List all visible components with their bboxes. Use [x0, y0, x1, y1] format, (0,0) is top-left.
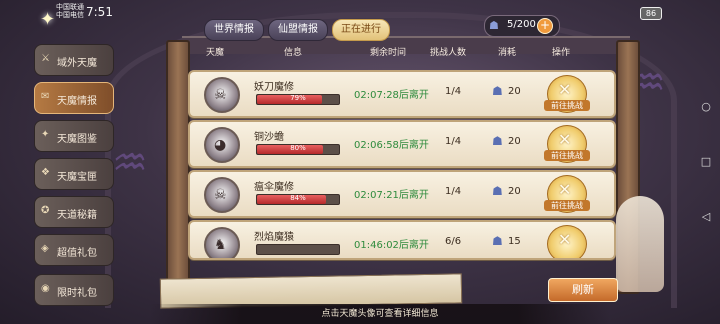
gift-icon: ◈	[41, 243, 49, 254]
hp-bar: 84%	[256, 194, 340, 205]
character-illustration	[616, 196, 664, 292]
sidebar-item-label: 天道秘籍	[57, 210, 97, 221]
remaining-time: 01:46:02后离开	[354, 240, 429, 251]
demon-name: 妖刀魔修	[254, 82, 294, 93]
table-row: ◕ 铜沙蟾 80% 02:06:58后离开 1/4 ☗ 20 ✕ 前往挑战	[188, 120, 616, 168]
hp-text: 79%	[290, 94, 306, 102]
cost-value: 20	[508, 186, 521, 197]
demon-name: 铜沙蟾	[254, 132, 284, 143]
demon-avatar[interactable]: ☠	[204, 177, 240, 213]
sidebar-item-label: 限时礼包	[57, 288, 97, 299]
header-remaining-time: 剩余时间	[370, 48, 407, 58]
square-nav-icon[interactable]: □	[700, 155, 712, 168]
demon-avatar[interactable]: ♞	[204, 227, 240, 258]
go-challenge-button[interactable]: ✕ 前往挑战	[544, 175, 590, 213]
hp-bar: 79%	[256, 94, 340, 105]
star-sparkle-icon: ✦	[40, 9, 56, 30]
hp-bar: 80%	[256, 144, 340, 155]
cost-value: 20	[508, 86, 521, 97]
hp-bar	[256, 244, 340, 255]
challenger-count: 6/6	[445, 236, 462, 247]
sidebar-item-demon-chest[interactable]: ❖ 天魔宝匣	[34, 158, 114, 190]
left-pillar	[166, 40, 190, 294]
demon-head-icon: ☗	[492, 234, 503, 248]
demon-avatar[interactable]: ◕	[204, 127, 240, 163]
header-info: 信息	[284, 48, 303, 58]
demon-face-icon: ☠	[214, 187, 227, 203]
tab-world-intel[interactable]: 世界情报	[204, 19, 264, 41]
scroll-icon: ✪	[41, 205, 50, 216]
tentacle-left-decoration: ♒	[112, 140, 148, 186]
challenger-count: 1/4	[445, 86, 462, 97]
go-challenge-label: 前往挑战	[544, 150, 590, 161]
demon-face-icon: ♞	[214, 237, 227, 253]
demon-head-icon: ☗	[492, 134, 503, 148]
demon-name: 烈焰魔猿	[254, 232, 294, 243]
back-nav-icon[interactable]: ◁	[700, 210, 712, 223]
sidebar-item-label: 域外天魔	[57, 58, 97, 69]
sidebar-item-label: 天魔情报	[57, 96, 97, 107]
carrier-label: 中国联通 中国电信	[56, 3, 84, 19]
header-action: 操作	[552, 48, 571, 58]
chest-icon: ❖	[41, 167, 50, 178]
table-row: ☠ 妖刀魔修 79% 02:07:28后离开 1/4 ☗ 20 ✕ 前往挑战	[188, 70, 616, 118]
crossed-swords-icon: ✕	[558, 230, 572, 249]
sidebar-item-label: 天魔图鉴	[57, 134, 97, 145]
demon-face-icon: ☠	[214, 87, 227, 103]
header-cost: 消耗	[498, 48, 517, 58]
carrier-1: 中国联通	[56, 3, 84, 11]
sidebar-item-label: 天魔宝匣	[57, 172, 97, 183]
go-challenge-label: 前往挑战	[544, 200, 590, 211]
remaining-time: 02:06:58后离开	[354, 140, 429, 151]
refresh-button[interactable]: 刷新	[548, 278, 618, 302]
sidebar-item-demon-codex[interactable]: ✦ 天魔图鉴	[34, 120, 114, 152]
add-stamina-button[interactable]: +	[537, 18, 553, 34]
table-row: ☠ 瘟伞魔修 84% 02:07:21后离开 1/4 ☗ 20 ✕ 前往挑战	[188, 170, 616, 218]
cost-value: 20	[508, 136, 521, 147]
clock: 7:51	[86, 5, 113, 19]
demon-head-icon: ☗	[492, 184, 503, 198]
sidebar-item-limited-pack[interactable]: ◉ 限时礼包	[34, 274, 114, 306]
gift-box-icon: ◉	[41, 283, 50, 294]
circle-nav-icon[interactable]: ○	[700, 100, 712, 113]
demon-head-icon: ☗	[492, 84, 503, 98]
sidebar-item-demon-intel[interactable]: ✉ 天魔情报	[34, 82, 114, 114]
sidebar-item-label: 超值礼包	[57, 248, 97, 259]
header-demon: 天魔	[206, 48, 225, 58]
remaining-time: 02:07:21后离开	[354, 190, 429, 201]
letter-icon: ✉	[41, 91, 50, 102]
demon-name: 瘟伞魔修	[254, 182, 294, 193]
sword-icon: ⚔	[41, 53, 50, 64]
remaining-time: 02:07:28后离开	[354, 90, 429, 101]
hp-text: 84%	[290, 194, 306, 202]
cost-value: 15	[508, 236, 521, 247]
battery-icon: 86	[640, 7, 662, 20]
hint-text: 点击天魔头像可查看详细信息	[150, 304, 610, 324]
go-challenge-button[interactable]: ✕ 前往挑战	[544, 125, 590, 163]
tab-ongoing[interactable]: 正在进行	[332, 19, 390, 41]
go-challenge-button[interactable]: ✕ 前往挑战	[544, 75, 590, 113]
stamina-value: 5/200	[507, 19, 536, 30]
go-challenge-label: 前往挑战	[544, 100, 590, 111]
carrier-2: 中国电信	[56, 11, 84, 19]
header-challengers: 挑战人数	[430, 48, 467, 58]
sidebar-item-secret-book[interactable]: ✪ 天道秘籍	[34, 196, 114, 228]
table-row: ♞ 烈焰魔猿 01:46:02后离开 6/6 ☗ 15 ✕	[188, 220, 616, 260]
codex-icon: ✦	[41, 129, 50, 140]
demon-head-icon: ☗	[489, 19, 499, 32]
go-challenge-button[interactable]: ✕	[547, 225, 587, 258]
tab-alliance-intel[interactable]: 仙盟情报	[268, 19, 328, 41]
sidebar-item-outer-demon[interactable]: ⚔ 域外天魔	[34, 44, 114, 76]
crossed-swords-icon: ✕	[558, 80, 572, 99]
crossed-swords-icon: ✕	[558, 180, 572, 199]
hp-text: 80%	[290, 144, 306, 152]
challenger-count: 1/4	[445, 186, 462, 197]
demon-face-icon: ◕	[214, 137, 227, 153]
crossed-swords-icon: ✕	[558, 130, 572, 149]
demon-avatar[interactable]: ☠	[204, 77, 240, 113]
sidebar-item-value-pack[interactable]: ◈ 超值礼包	[34, 234, 114, 266]
challenger-count: 1/4	[445, 136, 462, 147]
